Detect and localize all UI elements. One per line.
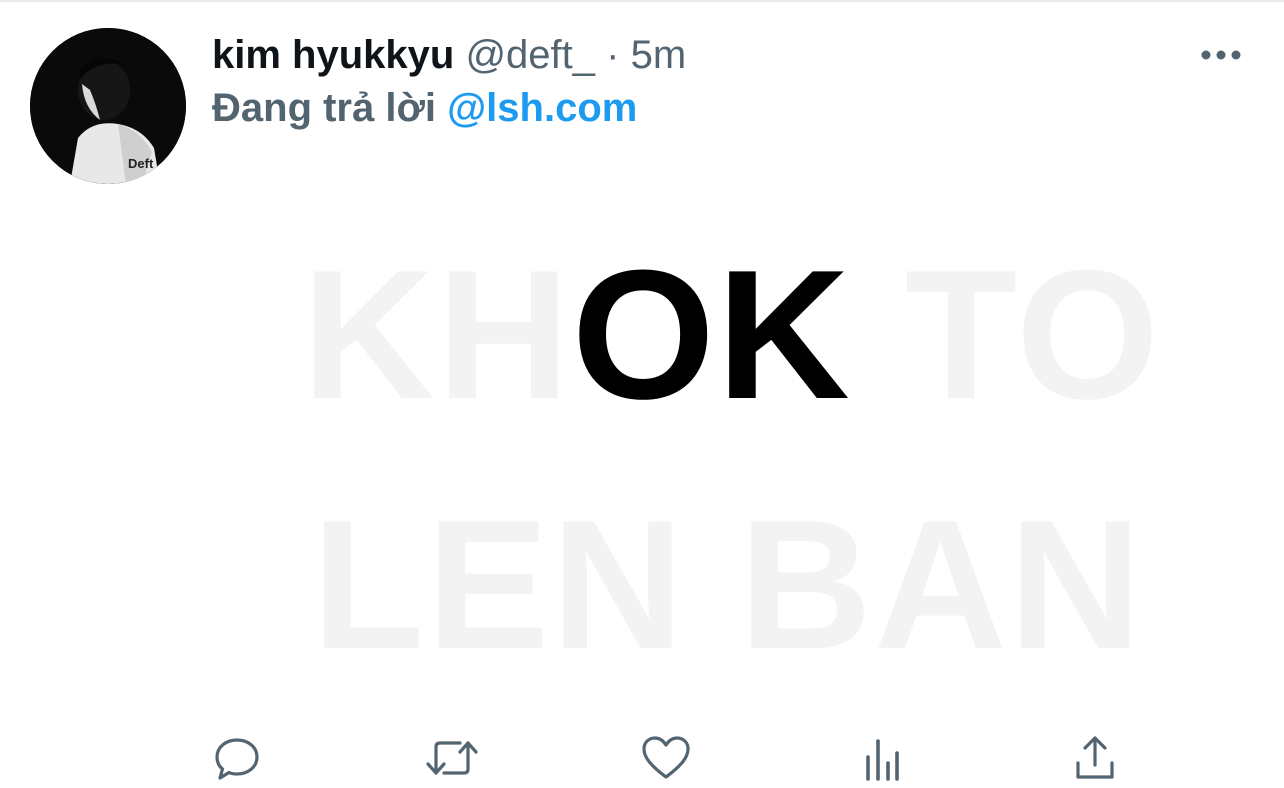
tweet-header: kim hyukkyu @deft_ · 5m — [212, 30, 686, 80]
tweet-actions-bar — [0, 730, 1284, 788]
user-handle[interactable]: @deft_ — [465, 33, 595, 77]
more-dots-icon — [1201, 50, 1241, 60]
heart-icon — [642, 736, 690, 779]
media-text-line-2: LEN BAN — [312, 481, 1144, 687]
media-text-faint-prefix: KH — [302, 231, 572, 437]
avatar[interactable]: Deft — [30, 28, 186, 184]
tweet: Deft kim hyukkyu @deft_ · 5m Đang trả lờ… — [0, 0, 1284, 788]
analytics-icon — [866, 739, 899, 781]
replying-to-mention[interactable]: @lsh.com — [447, 86, 637, 130]
media-text-faint-suffix: TO — [851, 231, 1162, 437]
tweet-timestamp[interactable]: 5m — [631, 33, 687, 77]
avatar-image: Deft — [30, 28, 186, 184]
share-button[interactable] — [1067, 730, 1123, 786]
replying-to-label: Đang trả lời — [212, 86, 437, 130]
more-options-button[interactable] — [1198, 40, 1244, 70]
display-name[interactable]: kim hyukkyu — [212, 33, 454, 77]
avatar-watermark: Deft — [128, 156, 154, 171]
media-text-ok: OK — [571, 231, 852, 437]
media-text-line-1: KHOK TO — [302, 242, 1161, 426]
like-button[interactable] — [638, 730, 694, 786]
share-icon — [1076, 736, 1114, 779]
retweet-icon — [426, 741, 478, 775]
tweet-media-image[interactable]: KHOK TO LEN BAN — [212, 192, 1172, 692]
replying-to: Đang trả lời @lsh.com — [212, 82, 637, 134]
reply-icon — [215, 738, 259, 780]
reply-button[interactable] — [209, 730, 265, 786]
retweet-button[interactable] — [424, 730, 480, 786]
header-separator: · — [606, 33, 620, 77]
view-analytics-button[interactable] — [853, 730, 909, 786]
